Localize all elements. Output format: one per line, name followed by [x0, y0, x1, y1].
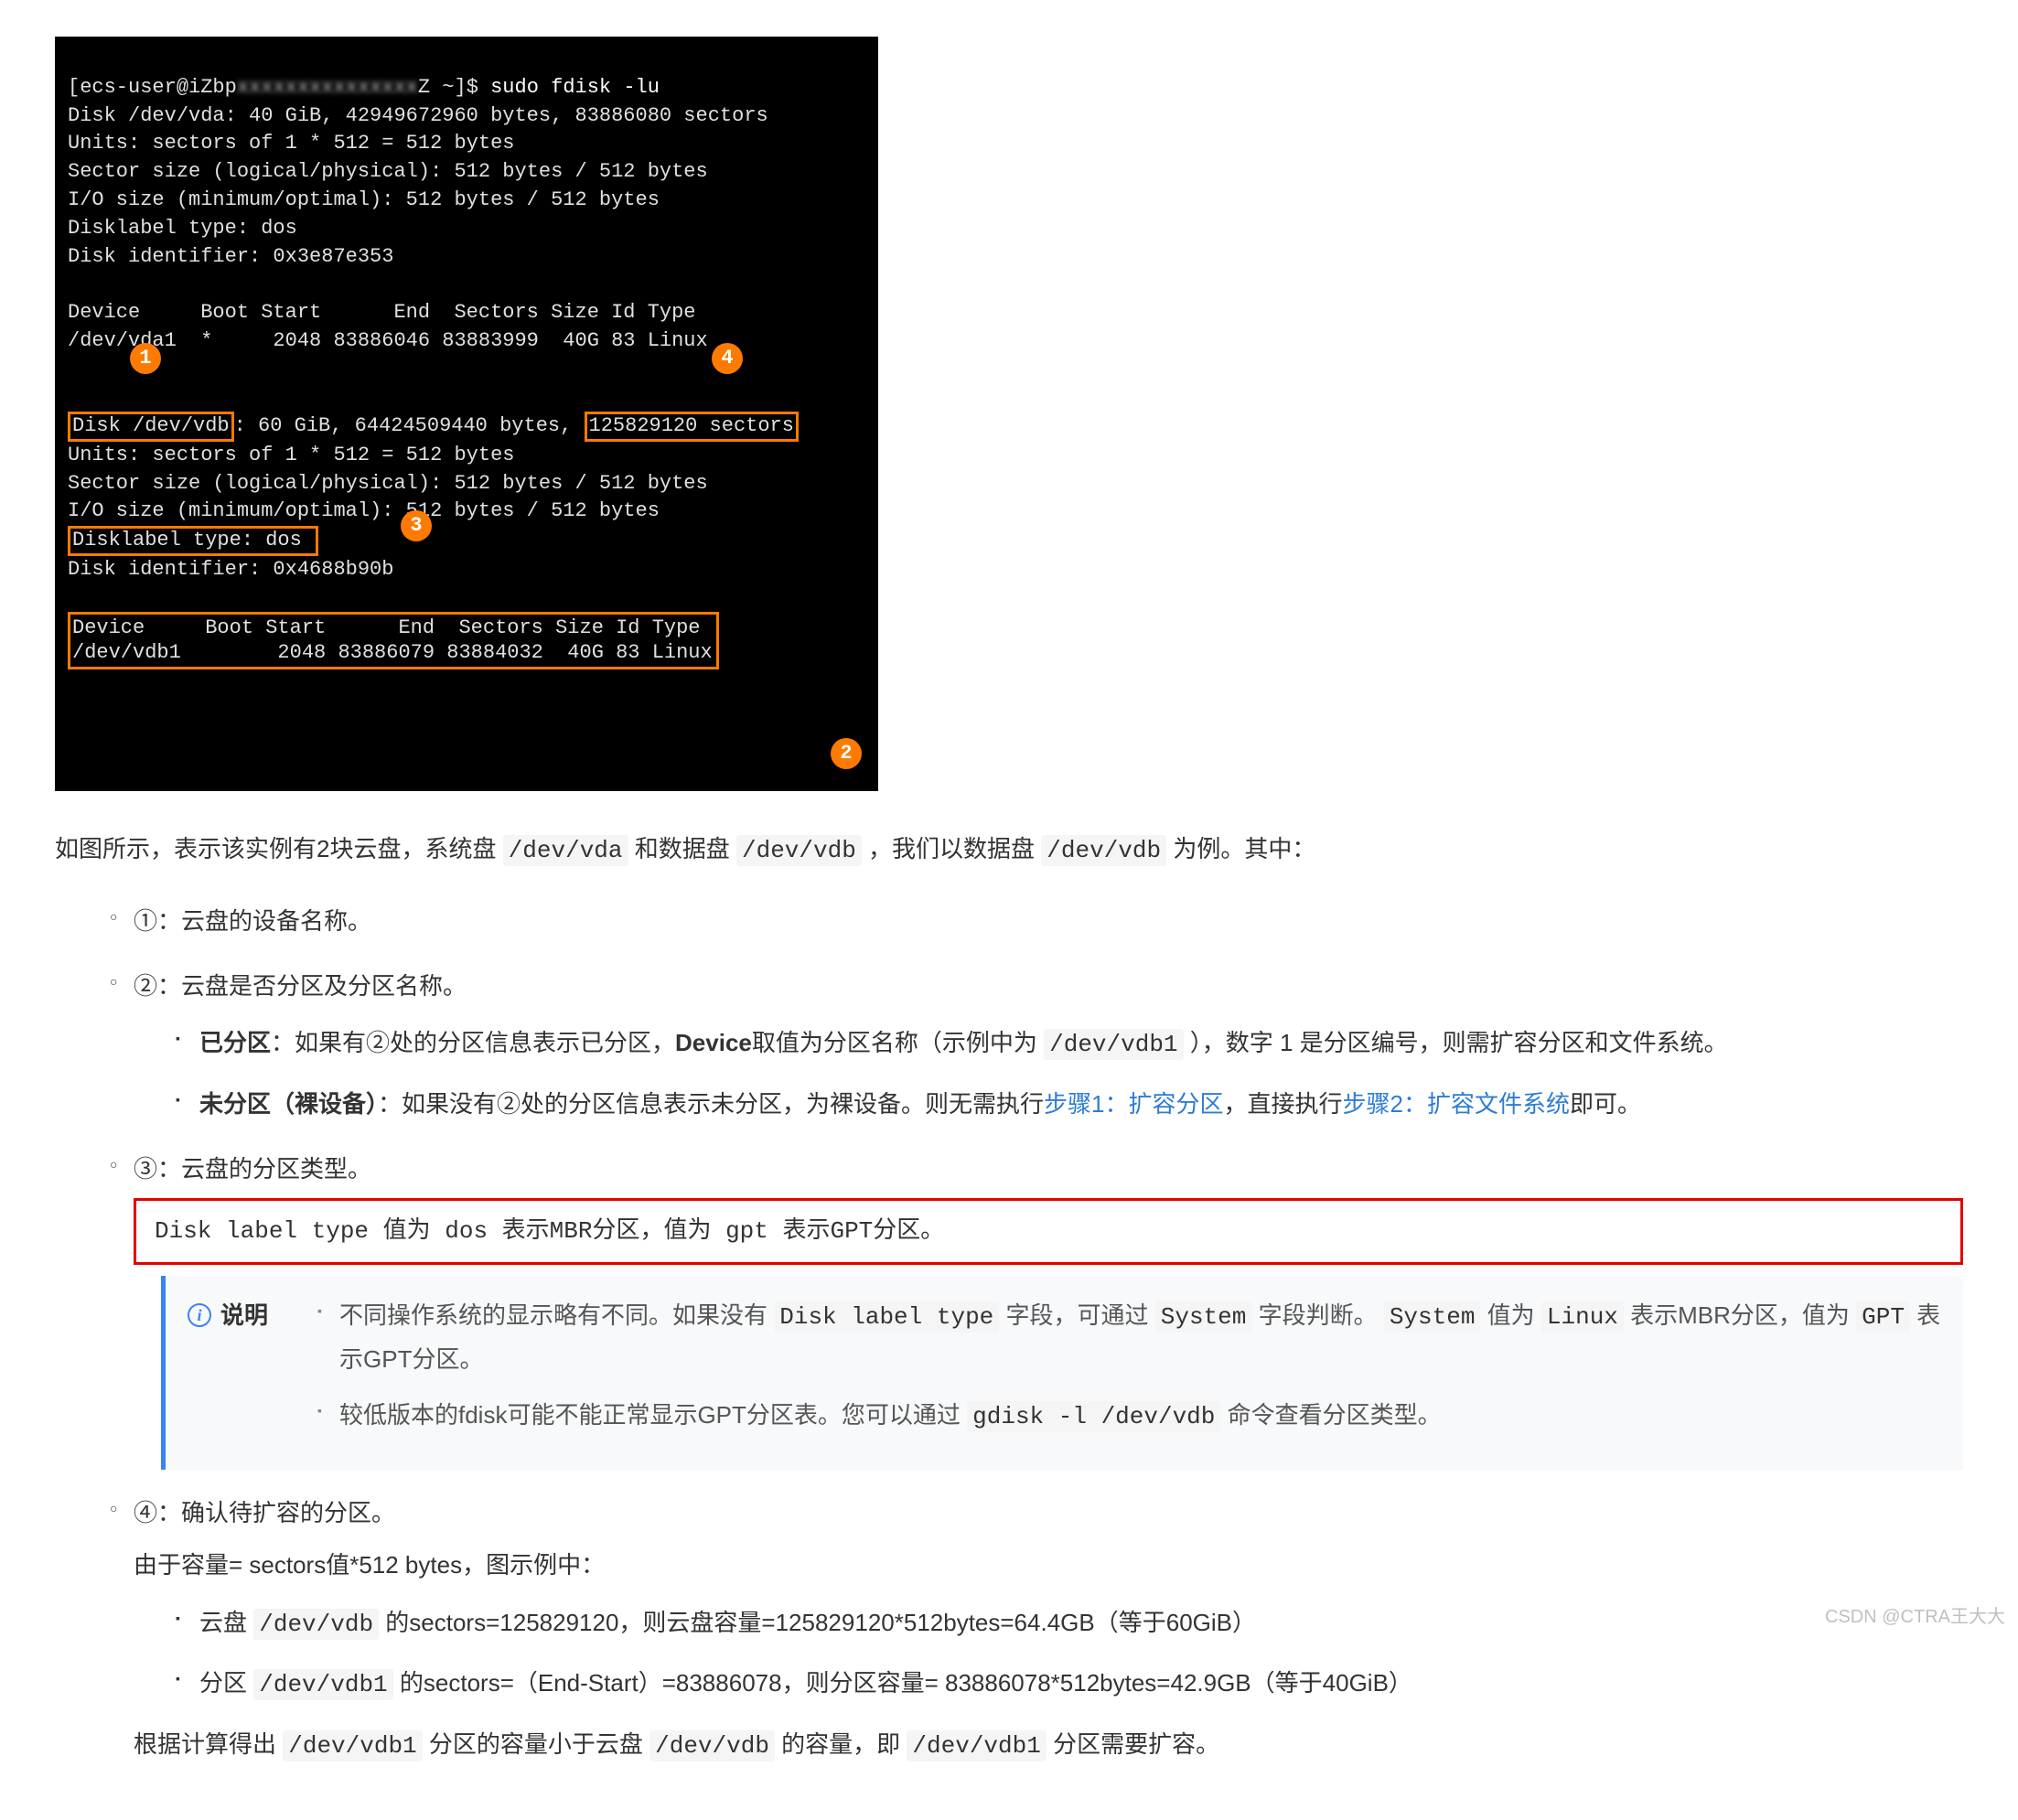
link-step1[interactable]: 步骤1：扩容分区: [1044, 1090, 1223, 1118]
conclusion: 根据计算得出 /dev/vdb1 分区的容量小于云盘 /dev/vdb 的容量，…: [134, 1723, 1963, 1768]
watermark: CSDN @CTRA王大大: [1825, 1601, 2005, 1633]
note-title: 说明: [220, 1294, 268, 1337]
list-item-4b: 分区 /dev/vdb1 的sectors=（End-Start）=838860…: [176, 1662, 1963, 1707]
highlight-disklabel: Disklabel type: dos: [68, 526, 318, 555]
blurred-hostname: xxxxxxxxxxxxxxx: [237, 74, 418, 102]
highlight-partition-row: Device Boot Start End Sectors Size Id Ty…: [68, 612, 719, 669]
badge-3: 3: [401, 510, 432, 541]
redbox-disklabel: Disk label type 值为 dos 表示MBR分区，值为 gpt 表示…: [134, 1198, 1963, 1265]
badge-2: 2: [831, 738, 862, 769]
list-item-2: ②：云盘是否分区及分区名称。 已分区：如果有②处的分区信息表示已分区，Devic…: [110, 965, 1963, 1126]
info-icon: i: [188, 1303, 211, 1327]
list-item-4a: 云盘 /dev/vdb 的sectors=125829120，则云盘容量=125…: [176, 1601, 1963, 1646]
note-item-1: 不同操作系统的显示略有不同。如果没有 Disk label type 字段，可通…: [317, 1294, 1941, 1382]
note-box: i 说明 不同操作系统的显示略有不同。如果没有 Disk label type …: [161, 1276, 1963, 1470]
command: sudo fdisk -lu: [490, 76, 660, 99]
prompt: [ecs-user@iZbp: [68, 76, 237, 99]
list-item-2a: 已分区：如果有②处的分区信息表示已分区，Device取值为分区名称（示例中为 /…: [176, 1022, 1963, 1066]
badge-4: 4: [712, 343, 743, 374]
highlight-disk-vdb: Disk /dev/vdb: [68, 412, 234, 441]
terminal-screenshot: [ecs-user@iZbpxxxxxxxxxxxxxxxZ ~]$ sudo …: [55, 37, 878, 791]
highlight-sectors: 125829120 sectors: [585, 412, 799, 441]
note-item-2: 较低版本的fdisk可能不能正常显示GPT分区表。您可以通过 gdisk -l …: [317, 1394, 1941, 1439]
list-item-3: ③：云盘的分区类型。 Disk label type 值为 dos 表示MBR分…: [110, 1148, 1963, 1470]
list-item-2b: 未分区（裸设备）：如果没有②处的分区信息表示未分区，为裸设备。则无需执行步骤1：…: [176, 1083, 1963, 1126]
list-item-1: ①：云盘的设备名称。: [110, 900, 1963, 943]
intro-paragraph: 如图所示，表示该实例有2块云盘，系统盘 /dev/vda 和数据盘 /dev/v…: [55, 828, 1963, 873]
code-vda: /dev/vda: [503, 835, 628, 866]
main-list: ①：云盘的设备名称。 ②：云盘是否分区及分区名称。 已分区：如果有②处的分区信息…: [55, 900, 1963, 1768]
link-step2[interactable]: 步骤2：扩容文件系统: [1343, 1090, 1570, 1118]
list-item-4: ④：确认待扩容的分区。 由于容量= sectors值*512 bytes，图示例…: [110, 1492, 1963, 1768]
code-vdb: /dev/vdb: [736, 835, 862, 866]
badge-1: 1: [130, 343, 161, 374]
